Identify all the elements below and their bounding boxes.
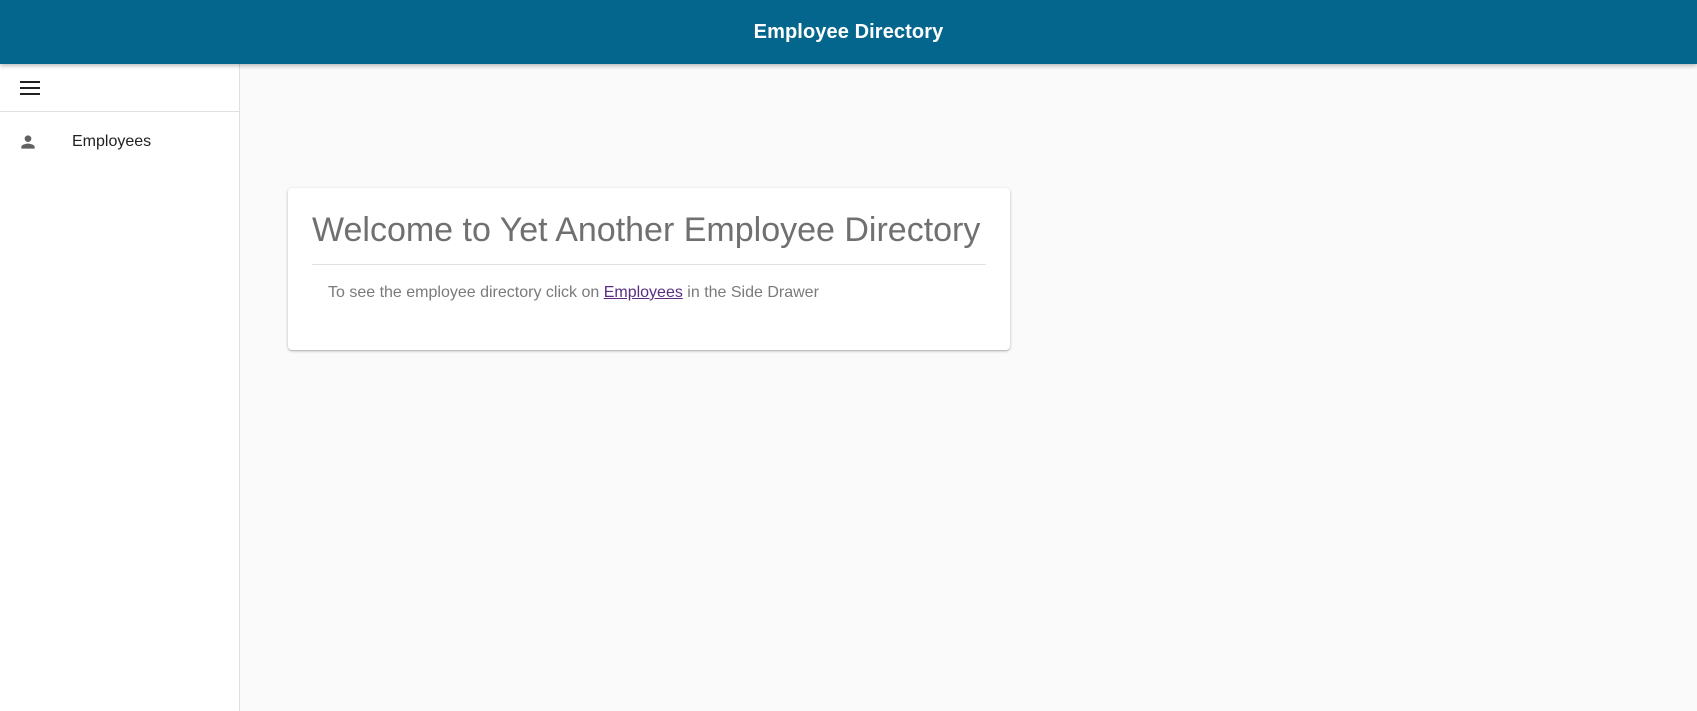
person-icon (18, 132, 38, 152)
welcome-card: Welcome to Yet Another Employee Director… (288, 188, 1010, 350)
menu-button[interactable] (19, 77, 41, 99)
welcome-title: Welcome to Yet Another Employee Director… (312, 211, 981, 249)
welcome-text-before: To see the employee directory click on (328, 284, 604, 301)
employees-link[interactable]: Employees (604, 284, 683, 301)
welcome-message: To see the employee directory click on E… (312, 284, 986, 302)
app-bar: Employee Directory (0, 0, 1697, 64)
menu-icon (20, 80, 40, 95)
app-title: Employee Directory (753, 20, 944, 43)
sidebar-item-employees[interactable]: Employees (0, 112, 239, 172)
divider (312, 264, 986, 265)
welcome-text-after: in the Side Drawer (682, 284, 819, 301)
side-drawer: Employees (0, 64, 240, 711)
sidebar-item-label: Employees (72, 133, 152, 150)
drawer-header (0, 64, 239, 112)
